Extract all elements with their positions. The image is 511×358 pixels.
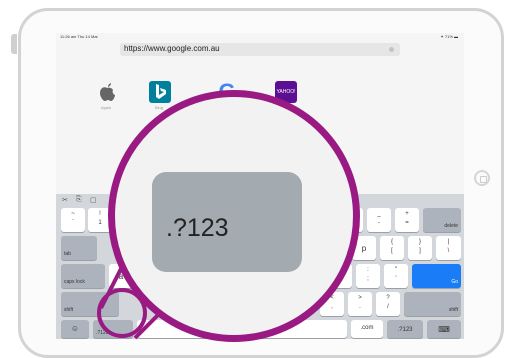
key-label: tab (64, 251, 71, 257)
key-label: ; (367, 276, 369, 282)
key-quote[interactable]: " ' (384, 264, 408, 288)
key-label: + (405, 211, 409, 217)
key-label: delete (444, 223, 458, 229)
key-label: .com (360, 325, 374, 331)
key-backslash[interactable]: | \ (436, 236, 461, 260)
status-bar: 11:26 am Thu 14 Mar ✦ 71% ▬ (56, 33, 464, 41)
key-label: } (418, 239, 421, 245)
keyboard-icon: ⌨ (438, 325, 450, 334)
key-label: , (331, 304, 333, 310)
magnified-number-key: .?123 (152, 172, 302, 272)
favorite-apple[interactable] (96, 81, 118, 103)
key-label: Go (451, 279, 458, 285)
magnifier: .?123 (108, 90, 360, 342)
number-key-right[interactable]: .?123 (387, 320, 423, 338)
volume-button (11, 34, 17, 54)
key-semicolon[interactable]: : ; (356, 264, 380, 288)
emoji-icon: ☺ (70, 324, 80, 333)
home-button[interactable] (474, 170, 490, 186)
key-label: ~ (71, 211, 75, 217)
key-label: ] (419, 248, 421, 254)
go-key[interactable]: Go (412, 264, 461, 288)
clear-url-icon[interactable] (389, 47, 394, 52)
tab-key[interactable]: tab (61, 236, 97, 260)
key-label: ' (395, 276, 397, 282)
battery-indicator: ✦ 71% ▬ (440, 34, 458, 39)
address-bar[interactable]: https://www.google.com.au (120, 43, 400, 56)
key-label: | (447, 239, 450, 245)
key-label: : (367, 267, 369, 273)
key-bracket-right[interactable]: } ] (408, 236, 432, 260)
key-label: ` (72, 220, 74, 226)
cut-icon[interactable]: ✂ (62, 196, 68, 204)
favorite-apple-label: Apple (101, 105, 112, 110)
key-label: ? (386, 295, 390, 301)
key-slash[interactable]: ? / (376, 292, 400, 316)
key-label: [ (391, 248, 393, 254)
key-label: _ (377, 211, 381, 217)
key-label: = (405, 220, 409, 226)
key-label: / (387, 304, 389, 310)
key-minus[interactable]: _ - (367, 208, 391, 232)
key-label: " (394, 267, 398, 273)
key-equals[interactable]: + = (395, 208, 419, 232)
key-label: - (378, 220, 380, 226)
key-label: shift (448, 307, 458, 313)
favorite-bing[interactable] (149, 81, 171, 103)
url-text: https://www.google.com.au (124, 44, 220, 53)
key-tilde[interactable]: ~ ` (61, 208, 85, 232)
paste-icon[interactable]: ▢ (90, 196, 97, 204)
delete-key[interactable]: delete (423, 208, 461, 232)
emoji-key[interactable]: ☺ (61, 320, 89, 338)
key-label: > (358, 295, 362, 301)
key-label: shift (64, 307, 74, 313)
bing-logo-icon (156, 84, 166, 99)
favorite-bing-label: Bing (155, 105, 164, 110)
key-bracket-left[interactable]: { [ (380, 236, 404, 260)
caps-lock-key[interactable]: caps lock (61, 264, 105, 288)
key-label: { (390, 239, 393, 245)
magnified-key-label: .?123 (166, 214, 229, 242)
apple-logo-icon (100, 83, 115, 101)
key-label: .?123 (397, 327, 413, 333)
key-label: \ (447, 248, 450, 254)
hide-keyboard-key[interactable]: ⌨ (427, 320, 461, 338)
dotcom-key[interactable]: .com (351, 320, 383, 338)
copy-icon[interactable]: ⎘ (76, 196, 82, 204)
shift-right-key[interactable]: shift (404, 292, 461, 316)
status-time: 11:26 am Thu 14 Mar (60, 34, 98, 39)
key-label: caps lock (64, 279, 85, 285)
key-label: . (359, 304, 361, 310)
key-period[interactable]: > . (348, 292, 372, 316)
